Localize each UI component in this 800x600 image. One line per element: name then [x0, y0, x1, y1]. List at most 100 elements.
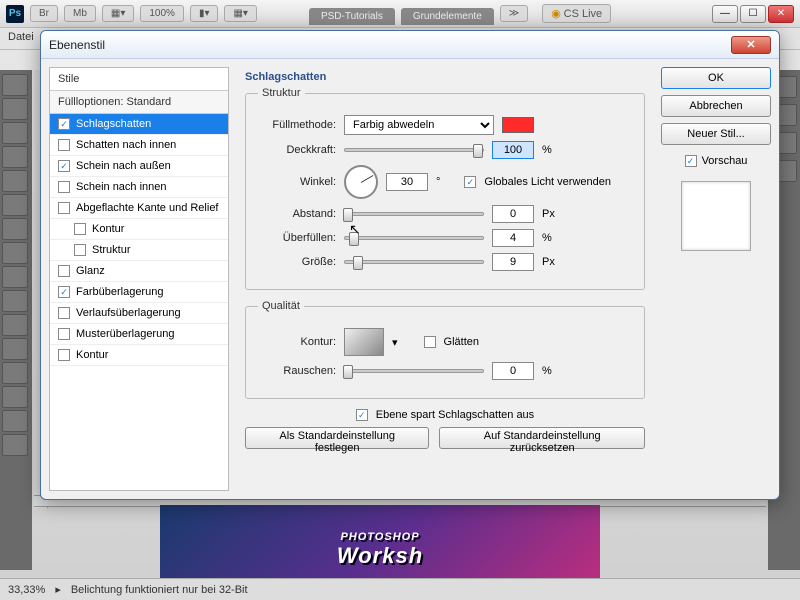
style-item-0[interactable]: Schlagschatten [50, 114, 228, 135]
wand-tool[interactable] [2, 146, 28, 168]
zoom-level[interactable]: 100% [140, 5, 184, 22]
style-checkbox[interactable] [74, 223, 86, 235]
style-item-8[interactable]: Farbüberlagerung [50, 282, 228, 303]
styles-header[interactable]: Stile [50, 68, 228, 91]
style-item-4[interactable]: Abgeflachte Kante und Relief [50, 198, 228, 219]
arrange-button[interactable]: ▮▾ [190, 5, 219, 22]
cslive-button[interactable]: ◉ CS Live [542, 4, 611, 23]
maximize-button[interactable]: ☐ [740, 5, 766, 23]
dialog-title: Ebenenstil [49, 38, 105, 52]
brush-tool[interactable] [2, 242, 28, 264]
style-checkbox[interactable] [58, 307, 70, 319]
dodge-tool[interactable] [2, 386, 28, 408]
opacity-slider[interactable] [344, 148, 484, 152]
style-checkbox[interactable] [58, 118, 70, 130]
dialog-button-column: OK Abbrechen Neuer Stil... Vorschau [661, 67, 771, 491]
antialias-checkbox[interactable] [424, 336, 436, 348]
status-zoom[interactable]: 33,33% [8, 584, 45, 596]
marquee-tool[interactable] [2, 98, 28, 120]
distance-input[interactable] [492, 205, 534, 223]
style-item-6[interactable]: Struktur [50, 240, 228, 261]
gradient-tool[interactable] [2, 338, 28, 360]
minibridge-button[interactable]: Mb [64, 5, 96, 22]
doc-tab-1[interactable]: PSD-Tutorials [309, 8, 395, 25]
distance-slider[interactable] [344, 212, 484, 216]
spread-input[interactable] [492, 229, 534, 247]
style-item-5[interactable]: Kontur [50, 219, 228, 240]
doc-tab-2[interactable]: Grundelemente [401, 8, 494, 25]
make-default-button[interactable]: Als Standardeinstellung festlegen [245, 427, 429, 449]
styles-list: Stile Füllloptionen: Standard Schlagscha… [49, 67, 229, 491]
dialog-close-button[interactable]: ✕ [731, 36, 771, 54]
style-label: Verlaufsüberlagerung [76, 307, 181, 319]
ok-button[interactable]: OK [661, 67, 771, 89]
structure-legend: Struktur [258, 87, 305, 99]
style-item-9[interactable]: Verlaufsüberlagerung [50, 303, 228, 324]
history-brush-tool[interactable] [2, 290, 28, 312]
spread-slider[interactable] [344, 236, 484, 240]
eyedropper-tool[interactable] [2, 194, 28, 216]
style-checkbox[interactable] [58, 181, 70, 193]
noise-unit: % [542, 365, 552, 377]
crop-tool[interactable] [2, 170, 28, 192]
preview-label: Vorschau [702, 155, 748, 167]
lasso-tool[interactable] [2, 122, 28, 144]
size-unit: Px [542, 256, 555, 268]
contour-label: Kontur: [258, 336, 336, 348]
style-checkbox[interactable] [58, 265, 70, 277]
style-label: Abgeflachte Kante und Relief [76, 202, 219, 214]
dialog-titlebar[interactable]: Ebenenstil ✕ [41, 31, 779, 59]
contour-picker[interactable] [344, 328, 384, 356]
close-button[interactable]: ✕ [768, 5, 794, 23]
move-tool[interactable] [2, 74, 28, 96]
shadow-color-swatch[interactable] [502, 117, 534, 133]
angle-input[interactable] [386, 173, 428, 191]
pen-tool[interactable] [2, 410, 28, 432]
size-input[interactable] [492, 253, 534, 271]
heal-tool[interactable] [2, 218, 28, 240]
more-tabs[interactable]: ≫ [500, 5, 528, 22]
style-item-2[interactable]: Schein nach außen [50, 156, 228, 177]
eraser-tool[interactable] [2, 314, 28, 336]
opacity-unit: % [542, 144, 552, 156]
style-checkbox[interactable] [58, 139, 70, 151]
noise-input[interactable] [492, 362, 534, 380]
style-item-3[interactable]: Schein nach innen [50, 177, 228, 198]
bridge-button[interactable]: Br [30, 5, 58, 22]
preview-checkbox[interactable] [685, 155, 697, 167]
blending-options-item[interactable]: Füllloptionen: Standard [50, 91, 228, 114]
quality-legend: Qualität [258, 300, 304, 312]
antialias-label: Glätten [444, 336, 479, 348]
style-item-11[interactable]: Kontur [50, 345, 228, 366]
status-bar: 33,33% ▸ Belichtung funktioniert nur bei… [0, 578, 800, 600]
style-item-1[interactable]: Schatten nach innen [50, 135, 228, 156]
minimize-button[interactable]: — [712, 5, 738, 23]
global-light-label: Globales Licht verwenden [484, 176, 611, 188]
opacity-input[interactable] [492, 141, 534, 159]
style-checkbox[interactable] [58, 328, 70, 340]
style-checkbox[interactable] [58, 349, 70, 361]
style-item-7[interactable]: Glanz [50, 261, 228, 282]
blendmode-select[interactable]: Farbig abwedeln [344, 115, 494, 135]
tools-panel [0, 70, 32, 570]
cancel-button[interactable]: Abbrechen [661, 95, 771, 117]
blur-tool[interactable] [2, 362, 28, 384]
noise-slider[interactable] [344, 369, 484, 373]
angle-dial[interactable] [344, 165, 378, 199]
knockout-checkbox[interactable] [356, 409, 368, 421]
reset-default-button[interactable]: Auf Standardeinstellung zurücksetzen [439, 427, 645, 449]
view-button[interactable]: ▦▾ [224, 5, 256, 22]
size-slider[interactable] [344, 260, 484, 264]
style-checkbox[interactable] [58, 286, 70, 298]
style-label: Schein nach außen [76, 160, 171, 172]
style-item-10[interactable]: Musterüberlagerung [50, 324, 228, 345]
new-style-button[interactable]: Neuer Stil... [661, 123, 771, 145]
type-tool[interactable] [2, 434, 28, 456]
window-controls: — ☐ ✕ [712, 5, 794, 23]
style-checkbox[interactable] [58, 202, 70, 214]
global-light-checkbox[interactable] [464, 176, 476, 188]
stamp-tool[interactable] [2, 266, 28, 288]
style-checkbox[interactable] [74, 244, 86, 256]
screenmode-button[interactable]: ▦▾ [102, 5, 134, 22]
style-checkbox[interactable] [58, 160, 70, 172]
